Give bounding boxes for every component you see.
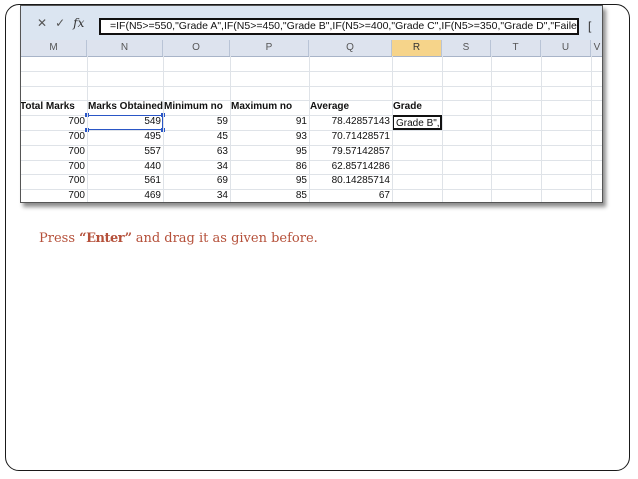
- table-cell[interactable]: 700: [21, 174, 87, 189]
- gridline-vertical: [392, 56, 393, 202]
- table-cell[interactable]: 86: [230, 160, 309, 175]
- column-header-r[interactable]: R: [392, 40, 442, 56]
- caption-suffix: and drag it as given before.: [131, 231, 318, 246]
- formula-reference-highlight: [87, 115, 163, 130]
- table-cell[interactable]: 70.71428571: [309, 130, 392, 145]
- active-cell-editing[interactable]: Grade B",I: [392, 115, 442, 130]
- formula-bar: ✕ ✓ fx =IF(N5>=550,"Grade A",IF(N5>=450,…: [21, 6, 602, 40]
- column-header-q[interactable]: Q: [309, 40, 392, 56]
- gridline-vertical: [230, 56, 231, 202]
- formula-bar-buttons: ✕ ✓ fx: [37, 16, 84, 30]
- instruction-caption: Press “Enter” and drag it as given befor…: [39, 231, 318, 246]
- fx-icon[interactable]: fx: [73, 16, 84, 30]
- table-cell[interactable]: 45: [163, 130, 230, 145]
- table-cell[interactable]: 80.14285714: [309, 174, 392, 189]
- table-cell[interactable]: 69: [163, 174, 230, 189]
- table-cell[interactable]: 34: [163, 189, 230, 202]
- table-cell[interactable]: 469: [87, 189, 163, 202]
- gridline-vertical: [591, 56, 592, 202]
- column-header-t[interactable]: T: [491, 40, 541, 56]
- column-header-v[interactable]: V: [591, 40, 602, 56]
- column-header-row: MNOPQRSTUV: [21, 40, 602, 57]
- column-header-n[interactable]: N: [87, 40, 163, 56]
- sheet-row: [21, 86, 602, 102]
- column-header-p[interactable]: P: [230, 40, 309, 56]
- table-cell[interactable]: 34: [163, 160, 230, 175]
- table-cell[interactable]: 700: [21, 160, 87, 175]
- gridline-vertical: [491, 56, 492, 202]
- column-header-o[interactable]: O: [163, 40, 230, 56]
- table-cell[interactable]: 557: [87, 145, 163, 160]
- caption-keyword: “Enter”: [79, 231, 132, 246]
- sheet-row: [21, 71, 602, 87]
- table-header-cell[interactable]: Maximum no: [230, 100, 309, 115]
- column-header-s[interactable]: S: [442, 40, 491, 56]
- gridline-vertical: [309, 56, 310, 202]
- table-cell[interactable]: 63: [163, 145, 230, 160]
- gridline-vertical: [442, 56, 443, 202]
- spreadsheet-screenshot: ✕ ✓ fx =IF(N5>=550,"Grade A",IF(N5>=450,…: [20, 5, 603, 203]
- gridline-vertical: [541, 56, 542, 202]
- table-cell[interactable]: 95: [230, 174, 309, 189]
- table-cell[interactable]: 700: [21, 115, 87, 130]
- gridline-vertical: [163, 56, 164, 202]
- table-header-cell[interactable]: Grade: [392, 100, 442, 115]
- formula-trailing-bracket: [: [588, 19, 592, 33]
- caption-prefix: Press: [39, 231, 80, 246]
- table-cell[interactable]: 561: [87, 174, 163, 189]
- table-cell[interactable]: 700: [21, 145, 87, 160]
- table-cell[interactable]: 79.57142857: [309, 145, 392, 160]
- formula-input[interactable]: =IF(N5>=550,"Grade A",IF(N5>=450,"Grade …: [99, 18, 579, 35]
- cancel-icon[interactable]: ✕: [37, 16, 47, 30]
- table-cell[interactable]: 85: [230, 189, 309, 202]
- gridline-vertical: [87, 56, 88, 202]
- table-header-cell[interactable]: Average: [309, 100, 392, 115]
- cell-grid: Total Marks Marks Obtained Minimum no Maxim…: [21, 56, 602, 202]
- table-cell[interactable]: 440: [87, 160, 163, 175]
- table-header-cell[interactable]: Marks Obtained: [87, 100, 163, 115]
- column-header-m[interactable]: M: [21, 40, 87, 56]
- table-cell[interactable]: 91: [230, 115, 309, 130]
- table-header-cell[interactable]: Total Marks: [21, 100, 85, 115]
- table-cell[interactable]: 67: [309, 189, 392, 202]
- enter-icon[interactable]: ✓: [55, 16, 65, 30]
- table-cell[interactable]: 62.85714286: [309, 160, 392, 175]
- table-cell[interactable]: 700: [21, 130, 87, 145]
- table-cell[interactable]: 93: [230, 130, 309, 145]
- table-cell[interactable]: 78.42857143: [309, 115, 392, 130]
- column-header-u[interactable]: U: [541, 40, 591, 56]
- table-cell[interactable]: 59: [163, 115, 230, 130]
- table-cell[interactable]: 700: [21, 189, 87, 202]
- table-header-cell[interactable]: Minimum no: [163, 100, 230, 115]
- sheet-row: [21, 56, 602, 72]
- table-cell[interactable]: 95: [230, 145, 309, 160]
- table-cell[interactable]: 495: [87, 130, 163, 145]
